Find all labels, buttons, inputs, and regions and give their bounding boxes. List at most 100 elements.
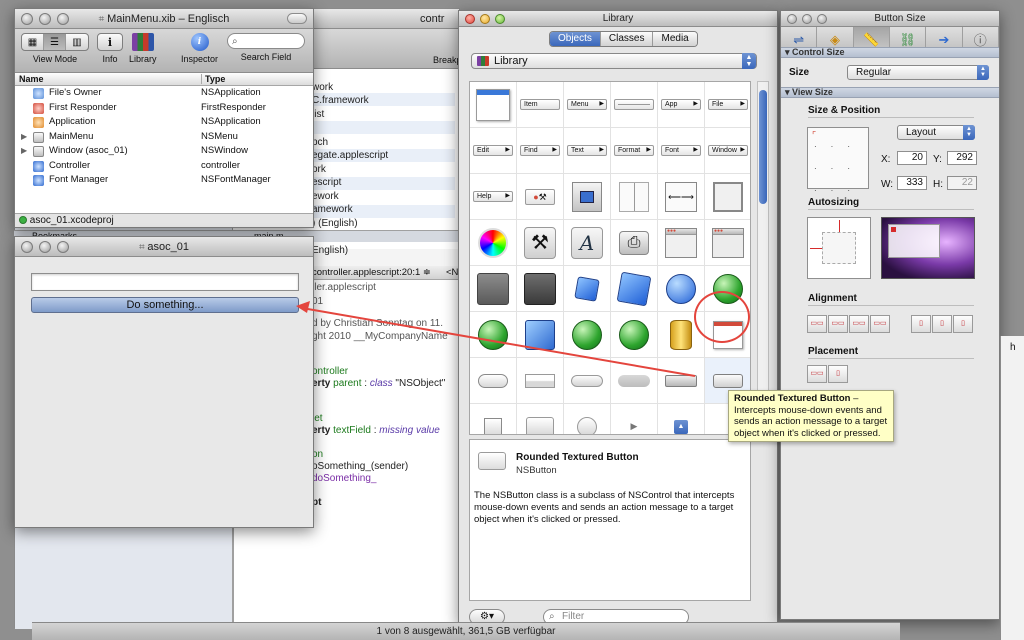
library-item-push-button[interactable] [470,358,517,404]
close-button[interactable] [21,13,33,25]
close-button[interactable] [465,14,475,24]
list-view-icon[interactable]: ☰ [44,34,66,50]
library-item-object[interactable] [564,266,611,312]
library-item-panel[interactable] [517,266,564,312]
grid-scroll-thumb[interactable] [759,90,767,204]
library-item-textured-window[interactable]: ●●● [705,220,750,266]
disclosure-triangle-icon[interactable]: ▶ [21,144,27,159]
library-item-find-menu[interactable]: Find ▶ [517,128,564,174]
library-item-recessed-button[interactable] [611,358,658,404]
library-item-object-controller[interactable] [611,266,658,312]
disclosure-triangle-icon[interactable]: ▶ [21,130,27,145]
library-item-color-panel[interactable] [470,220,517,266]
library-item-format-menu[interactable]: Format ▶ [611,128,658,174]
file-list-row[interactable]: pch [312,137,328,148]
name-column-header[interactable]: Name [19,74,44,84]
icon-view-icon[interactable]: ▦ [22,34,44,50]
outline-row[interactable]: File's Owner NSApplication [15,86,313,101]
zoom-button[interactable] [57,241,69,253]
zoom-button[interactable] [57,13,69,25]
view-size-header[interactable]: ▾ View Size [781,87,999,98]
view-mode-control[interactable]: ▦ ☰ ▥ View Mode [21,33,89,64]
minimize-button[interactable] [39,13,51,25]
minimize-button[interactable] [802,14,812,24]
library-item-bevel-button[interactable] [517,404,564,434]
library-item-font-panel[interactable]: A [564,220,611,266]
library-group-popup[interactable]: Library ▲ ▼ [471,53,757,69]
library-item-submenu[interactable]: Menu ▶ [564,82,611,128]
autosizing-springs[interactable] [807,217,871,279]
editor-nav-more[interactable]: <N [446,267,458,278]
x-field[interactable]: 20 [897,151,927,165]
do-something-button[interactable]: Do something... [31,297,299,313]
center-horizontally-button[interactable]: ▭▭ [807,365,827,383]
library-item-file-menu[interactable]: File ▶ [705,82,750,128]
zoom-button[interactable] [817,14,827,24]
library-item-separator[interactable] [611,82,658,128]
text-field[interactable] [31,273,299,291]
file-list-row[interactable]: ) (English) [312,218,358,229]
width-field[interactable]: 333 [897,176,927,190]
toolbar-toggle-button[interactable] [287,13,307,24]
file-list-row[interactable]: escript [312,177,341,188]
library-item-array-controller[interactable] [470,312,517,358]
layout-popup[interactable]: Layout ▲ ▼ [897,125,975,140]
align-right-edges-button[interactable]: ▭▭ [828,315,848,333]
outline-row[interactable]: Controller controller [15,159,313,174]
library-item-gradient-button[interactable] [517,358,564,404]
info-control[interactable]: i Info [97,33,123,64]
file-list-row[interactable]: English) [312,245,348,256]
outline-row[interactable]: Application NSApplication [15,115,313,130]
align-horizontal-centers-button[interactable]: ▯ [911,315,931,333]
view-mode-segments[interactable]: ▦ ☰ ▥ [21,33,89,51]
align-top-edges-button[interactable]: ▭▭ [849,315,869,333]
library-item-user-defaults[interactable] [564,312,611,358]
align-vertical-centers-button[interactable]: ▯ [932,315,952,333]
library-item-image-view[interactable] [564,174,611,220]
library-item-window[interactable]: ●●● [658,220,705,266]
library-books-icon[interactable] [131,33,154,51]
outline-row[interactable]: First Responder FirstResponder [15,101,313,116]
align-bottom-edges-button[interactable]: ▭▭ [870,315,890,333]
file-list-row[interactable]: C.framework [312,95,369,106]
outline-row[interactable]: ▶ Window (asoc_01) NSWindow [15,144,313,159]
close-button[interactable] [21,241,33,253]
library-item-disclosure-button[interactable]: ▲ [658,404,705,434]
file-list-row[interactable]: ork [312,164,326,175]
library-item-edit-menu[interactable]: Edit ▶ [470,128,517,174]
search-field-control[interactable]: ⌕ Search Field [227,33,305,62]
search-input[interactable]: ⌕ [227,33,305,49]
file-list-row[interactable]: egate.applescript [312,150,388,161]
align-baselines-button[interactable]: ▯ [953,315,973,333]
close-button[interactable] [787,14,797,24]
library-item-horizontal-split[interactable]: ⟵⟶ [658,174,705,220]
library-item-print-panel[interactable]: ⎙ [611,220,658,266]
library-item-text-menu[interactable]: Text ▶ [564,128,611,174]
control-size-header[interactable]: ▾ Control Size [781,47,999,58]
y-field[interactable]: 292 [947,151,977,165]
size-popup[interactable]: Regular ▲ ▼ [847,65,989,80]
minimize-button[interactable] [39,241,51,253]
library-item-dictionary-controller[interactable] [611,312,658,358]
file-list-row[interactable]: amework [312,204,353,215]
info-icon[interactable]: i [97,33,123,51]
inspector-control[interactable]: i Inspector [181,33,218,64]
library-item-round-button[interactable] [564,404,611,434]
top-strut[interactable] [839,220,840,232]
library-item-app-menu[interactable]: App ▶ [658,82,705,128]
library-control[interactable]: Library [129,33,157,64]
library-item-textured-button[interactable] [658,358,705,404]
library-item-toolbar-items[interactable]: ●⚒ [517,174,564,220]
column-view-icon[interactable]: ▥ [66,34,88,50]
library-item-help-menu[interactable]: Help ▶ [470,174,517,220]
library-item-hud-window[interactable] [470,266,517,312]
outline-row[interactable]: Font Manager NSFontManager [15,173,313,188]
library-item-square-button[interactable] [470,404,517,434]
library-item-customize-toolbar[interactable]: ⚒ [517,220,564,266]
file-list-row[interactable]: work [312,82,333,93]
library-item-disclosure-triangle[interactable]: ▶ [611,404,658,434]
library-item-rounded-rect-button[interactable] [564,358,611,404]
tab-classes[interactable]: Classes [600,32,654,46]
inspector-icon[interactable]: i [190,33,209,51]
library-item-main-menu[interactable] [470,82,517,128]
